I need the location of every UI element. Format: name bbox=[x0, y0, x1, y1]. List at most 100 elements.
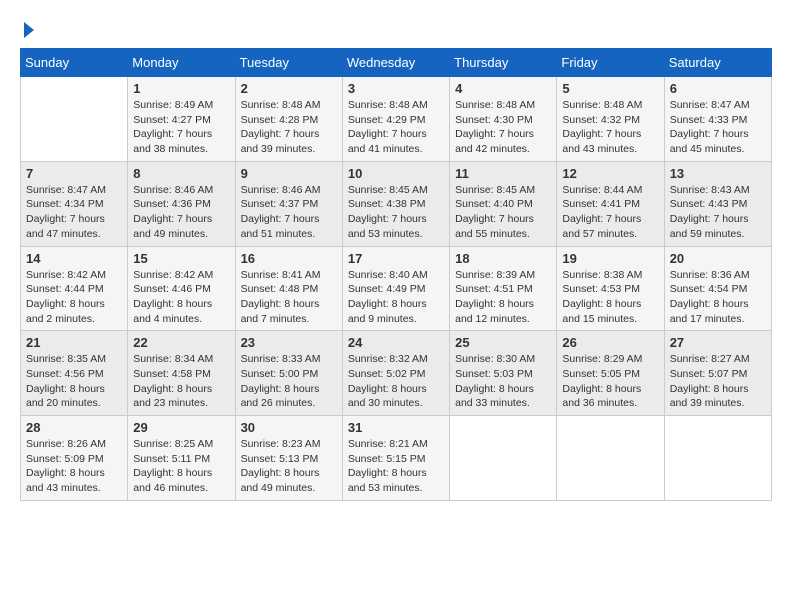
day-number: 14 bbox=[26, 251, 122, 266]
day-info: Sunrise: 8:29 AMSunset: 5:05 PMDaylight:… bbox=[562, 352, 658, 411]
day-info: Sunrise: 8:43 AMSunset: 4:43 PMDaylight:… bbox=[670, 183, 766, 242]
logo-arrow-icon bbox=[24, 22, 34, 38]
day-number: 5 bbox=[562, 81, 658, 96]
calendar-cell: 28 Sunrise: 8:26 AMSunset: 5:09 PMDayligh… bbox=[21, 416, 128, 501]
day-info: Sunrise: 8:45 AMSunset: 4:40 PMDaylight:… bbox=[455, 183, 551, 242]
weekday-header-saturday: Saturday bbox=[664, 49, 771, 77]
calendar-week-row: 21Sunrise: 8:35 AMSunset: 4:56 PMDayligh… bbox=[21, 331, 772, 416]
day-number: 4 bbox=[455, 81, 551, 96]
day-info: Sunrise: 8:46 AMSunset: 4:37 PMDaylight:… bbox=[241, 183, 337, 242]
calendar-cell bbox=[21, 77, 128, 162]
day-number: 2 bbox=[241, 81, 337, 96]
day-number: 3 bbox=[348, 81, 444, 96]
calendar-cell bbox=[450, 416, 557, 501]
calendar-week-row: 14 Sunrise: 8:42 AMSunset: 4:44 PMDayligh… bbox=[21, 246, 772, 331]
day-info: Sunrise: 8:48 AMSunset: 4:28 PMDaylight:… bbox=[241, 98, 337, 157]
day-number: 12 bbox=[562, 166, 658, 181]
calendar-cell: 22Sunrise: 8:34 AMSunset: 4:58 PMDayligh… bbox=[128, 331, 235, 416]
weekday-header-friday: Friday bbox=[557, 49, 664, 77]
day-number: 25 bbox=[455, 335, 551, 350]
day-info: Sunrise: 8:23 AMSunset: 5:13 PMDaylight:… bbox=[241, 437, 337, 496]
day-info: Sunrise: 8:33 AMSunset: 5:00 PMDaylight:… bbox=[241, 352, 337, 411]
day-number: 20 bbox=[670, 251, 766, 266]
day-number: 15 bbox=[133, 251, 229, 266]
calendar-header-row: SundayMondayTuesdayWednesdayThursdayFrid… bbox=[21, 49, 772, 77]
weekday-header-monday: Monday bbox=[128, 49, 235, 77]
day-number: 1 bbox=[133, 81, 229, 96]
day-info: Sunrise: 8:47 AMSunset: 4:33 PMDaylight:… bbox=[670, 98, 766, 157]
calendar-cell: 19 Sunrise: 8:38 AMSunset: 4:53 PMDayligh… bbox=[557, 246, 664, 331]
day-number: 27 bbox=[670, 335, 766, 350]
day-info: Sunrise: 8:39 AMSunset: 4:51 PMDaylight:… bbox=[455, 268, 551, 327]
day-number: 13 bbox=[670, 166, 766, 181]
calendar-cell: 8Sunrise: 8:46 AMSunset: 4:36 PMDaylight… bbox=[128, 161, 235, 246]
day-number: 28 bbox=[26, 420, 122, 435]
calendar-cell: 24Sunrise: 8:32 AMSunset: 5:02 PMDayligh… bbox=[342, 331, 449, 416]
calendar-cell: 7 Sunrise: 8:47 AMSunset: 4:34 PMDaylight… bbox=[21, 161, 128, 246]
day-number: 6 bbox=[670, 81, 766, 96]
calendar-cell: 17 Sunrise: 8:40 AMSunset: 4:49 PMDayligh… bbox=[342, 246, 449, 331]
day-number: 21 bbox=[26, 335, 122, 350]
calendar-week-row: 1 Sunrise: 8:49 AMSunset: 4:27 PMDaylight… bbox=[21, 77, 772, 162]
calendar-cell: 21Sunrise: 8:35 AMSunset: 4:56 PMDayligh… bbox=[21, 331, 128, 416]
calendar-cell: 6 Sunrise: 8:47 AMSunset: 4:33 PMDaylight… bbox=[664, 77, 771, 162]
day-number: 11 bbox=[455, 166, 551, 181]
day-info: Sunrise: 8:46 AMSunset: 4:36 PMDaylight:… bbox=[133, 183, 229, 242]
day-number: 18 bbox=[455, 251, 551, 266]
day-number: 29 bbox=[133, 420, 229, 435]
day-number: 31 bbox=[348, 420, 444, 435]
day-info: Sunrise: 8:42 AMSunset: 4:44 PMDaylight:… bbox=[26, 268, 122, 327]
day-info: Sunrise: 8:44 AMSunset: 4:41 PMDaylight:… bbox=[562, 183, 658, 242]
day-info: Sunrise: 8:25 AMSunset: 5:11 PMDaylight:… bbox=[133, 437, 229, 496]
day-number: 19 bbox=[562, 251, 658, 266]
calendar-cell: 26 Sunrise: 8:29 AMSunset: 5:05 PMDayligh… bbox=[557, 331, 664, 416]
calendar-cell: 11 Sunrise: 8:45 AMSunset: 4:40 PMDayligh… bbox=[450, 161, 557, 246]
calendar-cell: 16 Sunrise: 8:41 AMSunset: 4:48 PMDayligh… bbox=[235, 246, 342, 331]
day-info: Sunrise: 8:36 AMSunset: 4:54 PMDaylight:… bbox=[670, 268, 766, 327]
day-info: Sunrise: 8:48 AMSunset: 4:29 PMDaylight:… bbox=[348, 98, 444, 157]
day-number: 9 bbox=[241, 166, 337, 181]
day-number: 24 bbox=[348, 335, 444, 350]
calendar-cell bbox=[557, 416, 664, 501]
day-number: 30 bbox=[241, 420, 337, 435]
calendar-cell: 4 Sunrise: 8:48 AMSunset: 4:30 PMDaylight… bbox=[450, 77, 557, 162]
day-info: Sunrise: 8:49 AMSunset: 4:27 PMDaylight:… bbox=[133, 98, 229, 157]
day-number: 16 bbox=[241, 251, 337, 266]
calendar-week-row: 28 Sunrise: 8:26 AMSunset: 5:09 PMDayligh… bbox=[21, 416, 772, 501]
calendar-cell: 2 Sunrise: 8:48 AMSunset: 4:28 PMDaylight… bbox=[235, 77, 342, 162]
day-number: 26 bbox=[562, 335, 658, 350]
day-info: Sunrise: 8:41 AMSunset: 4:48 PMDaylight:… bbox=[241, 268, 337, 327]
day-info: Sunrise: 8:27 AMSunset: 5:07 PMDaylight:… bbox=[670, 352, 766, 411]
calendar-cell: 15Sunrise: 8:42 AMSunset: 4:46 PMDayligh… bbox=[128, 246, 235, 331]
day-info: Sunrise: 8:48 AMSunset: 4:30 PMDaylight:… bbox=[455, 98, 551, 157]
day-number: 7 bbox=[26, 166, 122, 181]
weekday-header-tuesday: Tuesday bbox=[235, 49, 342, 77]
day-info: Sunrise: 8:26 AMSunset: 5:09 PMDaylight:… bbox=[26, 437, 122, 496]
page-header bbox=[20, 20, 772, 38]
day-info: Sunrise: 8:30 AMSunset: 5:03 PMDaylight:… bbox=[455, 352, 551, 411]
calendar-cell: 1 Sunrise: 8:49 AMSunset: 4:27 PMDaylight… bbox=[128, 77, 235, 162]
calendar-cell: 27 Sunrise: 8:27 AMSunset: 5:07 PMDayligh… bbox=[664, 331, 771, 416]
calendar-cell: 10Sunrise: 8:45 AMSunset: 4:38 PMDayligh… bbox=[342, 161, 449, 246]
day-number: 23 bbox=[241, 335, 337, 350]
calendar-cell: 3 Sunrise: 8:48 AMSunset: 4:29 PMDaylight… bbox=[342, 77, 449, 162]
calendar-cell: 23 Sunrise: 8:33 AMSunset: 5:00 PMDayligh… bbox=[235, 331, 342, 416]
calendar-cell: 31 Sunrise: 8:21 AMSunset: 5:15 PMDayligh… bbox=[342, 416, 449, 501]
calendar-cell: 18 Sunrise: 8:39 AMSunset: 4:51 PMDayligh… bbox=[450, 246, 557, 331]
calendar-cell: 14 Sunrise: 8:42 AMSunset: 4:44 PMDayligh… bbox=[21, 246, 128, 331]
calendar-cell: 5Sunrise: 8:48 AMSunset: 4:32 PMDaylight… bbox=[557, 77, 664, 162]
day-info: Sunrise: 8:38 AMSunset: 4:53 PMDaylight:… bbox=[562, 268, 658, 327]
calendar-cell: 13 Sunrise: 8:43 AMSunset: 4:43 PMDayligh… bbox=[664, 161, 771, 246]
calendar-week-row: 7 Sunrise: 8:47 AMSunset: 4:34 PMDaylight… bbox=[21, 161, 772, 246]
weekday-header-sunday: Sunday bbox=[21, 49, 128, 77]
day-info: Sunrise: 8:34 AMSunset: 4:58 PMDaylight:… bbox=[133, 352, 229, 411]
day-info: Sunrise: 8:21 AMSunset: 5:15 PMDaylight:… bbox=[348, 437, 444, 496]
calendar-cell: 9 Sunrise: 8:46 AMSunset: 4:37 PMDaylight… bbox=[235, 161, 342, 246]
logo bbox=[20, 20, 34, 38]
day-info: Sunrise: 8:45 AMSunset: 4:38 PMDaylight:… bbox=[348, 183, 444, 242]
day-info: Sunrise: 8:40 AMSunset: 4:49 PMDaylight:… bbox=[348, 268, 444, 327]
calendar-cell: 25 Sunrise: 8:30 AMSunset: 5:03 PMDayligh… bbox=[450, 331, 557, 416]
weekday-header-thursday: Thursday bbox=[450, 49, 557, 77]
day-info: Sunrise: 8:47 AMSunset: 4:34 PMDaylight:… bbox=[26, 183, 122, 242]
day-number: 17 bbox=[348, 251, 444, 266]
